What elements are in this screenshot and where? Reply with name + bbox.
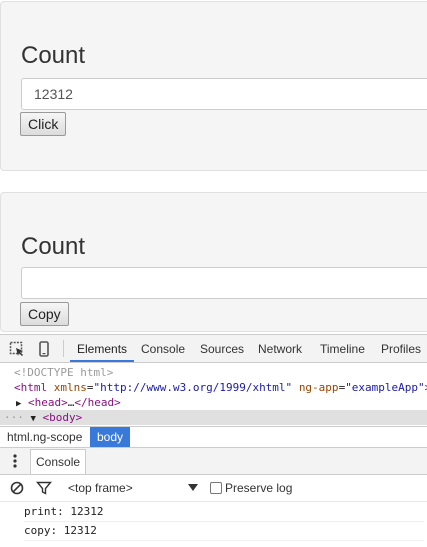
body-tag: <body> [42,411,83,424]
chevron-down-icon[interactable] [188,484,198,491]
count-heading-1: Count [21,42,86,69]
count-panel-1: Count Click [0,1,427,171]
tab-sources[interactable]: Sources [200,335,244,362]
head-close-tag: </head> [74,396,121,409]
frame-select[interactable]: <top frame> [68,475,133,501]
tab-profiles[interactable]: Profiles [381,335,421,362]
count-input-1[interactable] [21,78,427,110]
tab-console[interactable]: Console [141,335,185,362]
drawer-toolbar: Console [0,448,427,475]
clear-console-icon[interactable] [9,480,25,496]
console-toolbar: <top frame> Preserve log [0,475,427,502]
console-log-line: print: 12312 [24,503,424,522]
preserve-log-label[interactable]: Preserve log [225,475,292,501]
head-line[interactable]: ▶ <head>…</head> [16,395,121,410]
copy-button[interactable]: Copy [20,302,69,326]
head-open-tag: <head> [28,396,68,409]
drawer-tab-console[interactable]: Console [30,449,87,474]
click-button[interactable]: Click [20,112,67,136]
devtools-panel: Elements Console Sources Network Timelin… [0,334,427,547]
tab-network[interactable]: Network [258,335,302,362]
tab-elements[interactable]: Elements [70,335,135,362]
device-mode-icon[interactable] [36,341,52,357]
count-panel-2: Count Copy [0,192,427,332]
xmlns-attr: xmlns [53,381,87,394]
count-heading-2: Count [21,233,86,260]
collapse-triangle-icon[interactable]: ▼ [31,414,36,424]
html-tag: <html [14,381,48,394]
doctype-line[interactable]: <!DOCTYPE html> [14,365,113,380]
inspect-element-icon[interactable] [9,341,25,357]
ngapp-value: "exampleApp" [345,381,425,394]
devtools-toolbar: Elements Console Sources Network Timelin… [0,335,427,363]
toolbar-separator [63,340,64,357]
preserve-log-checkbox[interactable] [210,482,222,494]
body-line[interactable]: ··· ▼ <body> [0,410,427,425]
count-input-2[interactable] [21,267,427,299]
expand-triangle-icon[interactable]: ▶ [16,399,21,409]
breadcrumb-html[interactable]: html.ng-scope [7,427,82,447]
xmlns-value: "http://www.w3.org/1999/xhtml" [93,381,293,394]
dom-tree: <!DOCTYPE html> <html xmlns="http://www.… [0,363,427,425]
console-log-line: copy: 12312 [24,522,424,541]
more-dots-icon[interactable]: ··· [4,411,24,424]
ngapp-attr: ng-app [298,381,339,394]
filter-icon[interactable] [36,480,52,496]
tab-timeline[interactable]: Timeline [320,335,365,362]
html-line[interactable]: <html xmlns="http://www.w3.org/1999/xhtm… [14,380,427,395]
breadcrumb: html.ng-scope body [0,426,427,448]
breadcrumb-body[interactable]: body [90,427,131,447]
drawer-menu-icon[interactable] [10,452,20,470]
